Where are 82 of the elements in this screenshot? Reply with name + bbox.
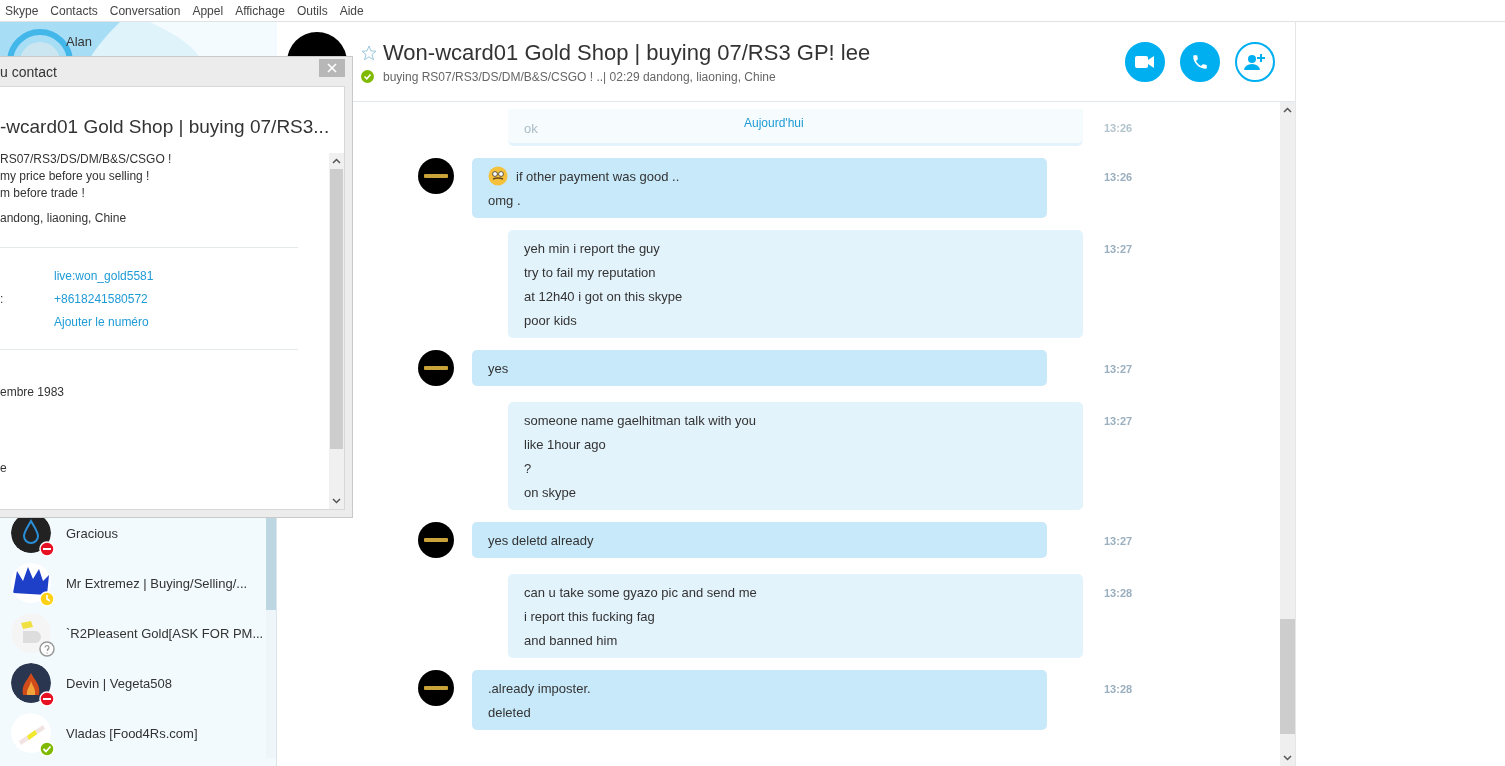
avatar-icon — [418, 670, 454, 706]
scrollbar-thumb[interactable] — [330, 169, 344, 449]
contact-name: Gracious — [66, 525, 119, 541]
message-text: omg . — [488, 192, 521, 208]
mood-text: m before trade ! — [0, 185, 86, 202]
phone-icon — [1191, 52, 1209, 71]
message-text: .already imposter. — [488, 680, 591, 696]
avatar-icon — [11, 563, 51, 603]
message-text: ok — [524, 121, 538, 136]
mood-text: my price before you selling ! — [0, 168, 151, 185]
contact-title: -wcard01 Gold Shop | buying 07/RS3... — [0, 116, 330, 138]
contact-name: Mr Extremez | Buying/Selling/... — [66, 575, 248, 591]
close-icon — [327, 62, 337, 73]
field-label: : — [0, 291, 5, 306]
avatar-icon — [418, 158, 454, 194]
add-person-icon — [1244, 52, 1266, 71]
location-text: andong, liaoning, Chine — [0, 210, 128, 227]
menu-item[interactable]: Aide — [334, 3, 371, 18]
contact-item[interactable]: Vladas [Food4Rs.com] — [0, 708, 266, 758]
contact-name: `R2Pleasent Gold[ASK FOR PM... — [66, 625, 264, 641]
menu-item[interactable]: Outils — [291, 3, 335, 18]
message-text: and banned him — [524, 632, 618, 648]
profile-name: Alan — [66, 34, 93, 49]
menu-item[interactable]: Appel — [187, 3, 231, 18]
message-text: ? — [524, 460, 532, 476]
message-time: 13:27 — [1104, 363, 1133, 375]
dialog-title: u contact — [0, 63, 57, 80]
message-time: 13:26 — [1104, 122, 1133, 134]
contact-name: Devin | Vegeta508 — [66, 675, 172, 691]
message-text: if other payment was good .. — [516, 168, 680, 184]
message-time: 13:27 — [1104, 415, 1133, 427]
message-text: can u take some gyazo pic and send me — [524, 584, 757, 600]
avatar-icon — [11, 713, 51, 753]
menu-item[interactable]: Skype — [0, 3, 46, 18]
scroll-up-icon[interactable] — [332, 158, 342, 164]
date-separator: Aujourd'hui — [744, 116, 804, 130]
mood-message: buying RS07/RS3/DS/DM/B&S/CSGO ! ..| 02:29 dandong, liaoning, Chine — [383, 69, 776, 84]
message-text: poor kids — [524, 312, 577, 328]
avatar-icon — [11, 663, 51, 703]
message-time: 13:28 — [1104, 587, 1133, 599]
scrollbar[interactable] — [329, 153, 345, 509]
avatar-icon — [418, 350, 454, 386]
message-text: deleted — [488, 704, 531, 720]
message-text: like 1hour ago — [524, 436, 606, 452]
call-button[interactable] — [1180, 41, 1220, 82]
message-text: try to fail my reputation — [524, 264, 656, 280]
scrollbar-thumb[interactable] — [1280, 619, 1295, 734]
avatar-icon — [11, 613, 51, 653]
scrollbar[interactable] — [1280, 102, 1295, 766]
message-text: someone name gaelhitman talk with you — [524, 412, 756, 428]
menu-item[interactable]: Conversation — [104, 3, 188, 18]
message-text: yes deletd already — [488, 532, 594, 548]
message-text: at 12h40 i got on this skype — [524, 288, 683, 304]
message-time: 13:28 — [1104, 683, 1133, 695]
scroll-down-icon[interactable] — [1283, 755, 1292, 761]
conversation-title: Won-wcard01 Gold Shop | buying 07/RS3 GP! lee — [383, 39, 871, 66]
info-text: e — [0, 460, 8, 477]
avatar-icon — [418, 522, 454, 558]
mood-text: RS07/RS3/DS/DM/B&S/CSGO ! — [0, 151, 173, 168]
message-text: yes — [488, 360, 509, 376]
star-icon[interactable] — [361, 44, 377, 61]
add-contact-button[interactable] — [1235, 41, 1275, 82]
close-button[interactable] — [319, 58, 345, 77]
contact-item[interactable]: `R2Pleasent Gold[ASK FOR PM... — [0, 608, 266, 658]
birthday-text: embre 1983 — [0, 384, 66, 401]
scrollbar-thumb[interactable] — [266, 518, 276, 610]
scroll-down-icon[interactable] — [332, 498, 342, 504]
emoticon-icon — [488, 166, 508, 186]
video-camera-icon — [1135, 54, 1155, 69]
menu-item[interactable]: Affichage — [230, 3, 292, 18]
contact-name: Vladas [Food4Rs.com] — [66, 725, 198, 741]
message-time: 13:26 — [1104, 171, 1133, 183]
message-time: 13:27 — [1104, 243, 1133, 255]
message-text: on skype — [524, 484, 577, 500]
contact-item[interactable]: Devin | Vegeta508 — [0, 658, 266, 708]
message-text: i report this fucking fag — [524, 608, 655, 624]
scroll-up-icon[interactable] — [1283, 107, 1292, 113]
video-call-button[interactable] — [1125, 41, 1165, 82]
message-text: yeh min i report the guy — [524, 240, 660, 256]
contact-item[interactable]: Mr Extremez | Buying/Selling/... — [0, 558, 266, 608]
message-time: 13:27 — [1104, 535, 1133, 547]
menu-item[interactable]: Contacts — [45, 3, 105, 18]
